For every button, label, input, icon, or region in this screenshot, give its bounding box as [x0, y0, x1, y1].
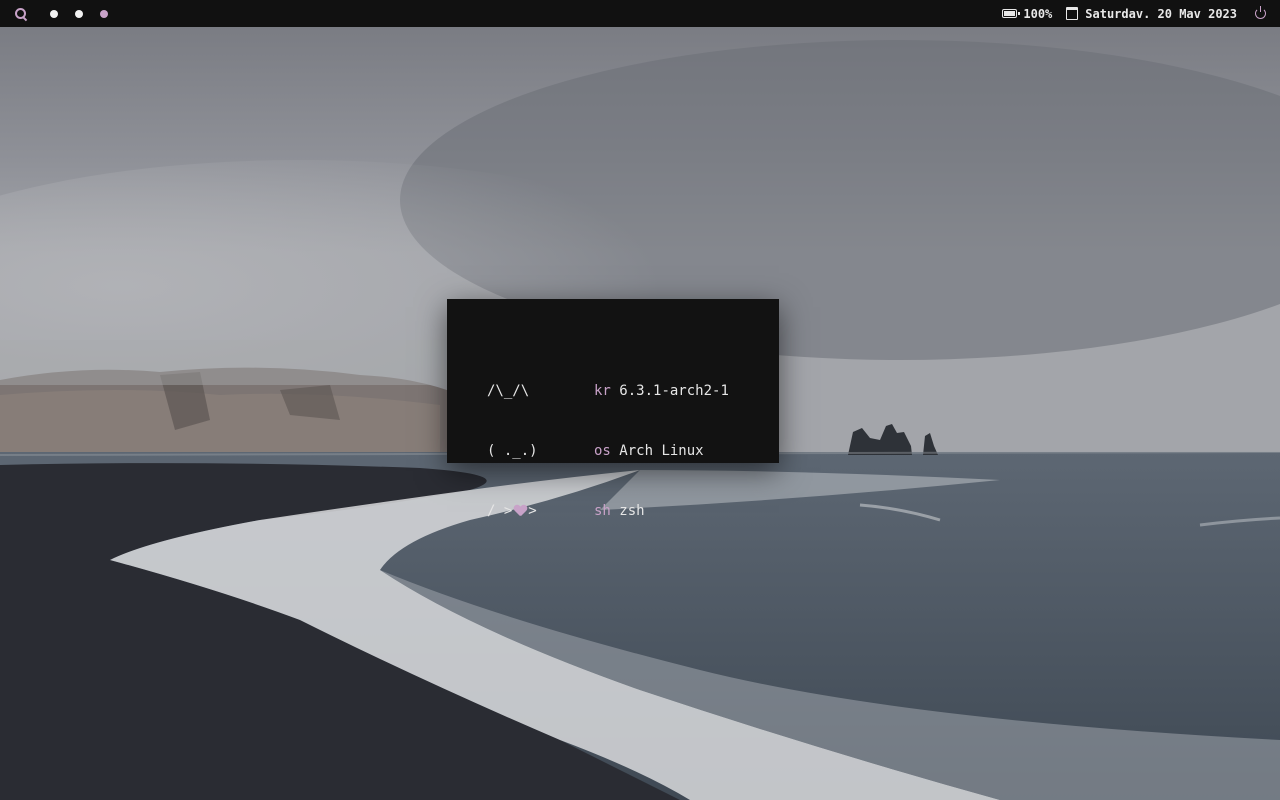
- info-key: sh: [594, 503, 611, 519]
- battery-percent: 100%: [1023, 6, 1053, 21]
- heart-icon: [514, 505, 526, 516]
- terminal-window[interactable]: /\_/\ ( ._.) / > > kr 6.3.1-arch2-1 os Ar…: [447, 299, 779, 519]
- clock-status[interactable]: Saturdav. 20 Mav 2023: [1066, 7, 1237, 21]
- search-icon[interactable]: [14, 7, 28, 21]
- ascii-art-line-3-left: / >: [487, 503, 513, 519]
- workspace-indicator-2[interactable]: [75, 9, 83, 18]
- info-value: Arch Linux: [619, 443, 704, 459]
- info-key: os: [594, 443, 611, 459]
- power-icon[interactable]: [1255, 6, 1266, 19]
- battery-icon: [1002, 9, 1021, 18]
- info-key: kr: [594, 383, 611, 399]
- system-info: kr 6.3.1-arch2-1 os Arch Linux sh zsh: [594, 341, 729, 561]
- info-value: 6.3.1-arch2-1: [619, 383, 729, 399]
- top-bar: 100% Saturdav. 20 Mav 2023: [0, 0, 1280, 27]
- battery-status[interactable]: 100%: [1002, 7, 1052, 21]
- workspace-indicator-1[interactable]: [50, 9, 58, 18]
- info-row-kernel: kr 6.3.1-arch2-1: [594, 381, 729, 401]
- ascii-art-line-3-right: >: [528, 503, 537, 519]
- topbar-right: 100% Saturdav. 20 Mav 2023: [988, 6, 1266, 21]
- info-row-shell: sh zsh: [594, 501, 729, 521]
- desktop: 100% Saturdav. 20 Mav 2023 /\_/\ ( ._.) …: [0, 0, 1280, 800]
- topbar-left: [14, 7, 125, 21]
- ascii-art-line-1: /\_/\: [487, 383, 530, 399]
- date-text: Saturdav. 20 Mav 2023: [1085, 6, 1237, 21]
- ascii-art: /\_/\ ( ._.) / > >: [487, 341, 538, 561]
- workspace-indicator-3[interactable]: [100, 9, 108, 18]
- info-row-os: os Arch Linux: [594, 441, 729, 461]
- info-value: zsh: [619, 503, 645, 519]
- ascii-art-line-3: / > >: [487, 501, 538, 521]
- calendar-icon: [1066, 7, 1079, 20]
- ascii-art-line-2: ( ._.): [487, 443, 538, 459]
